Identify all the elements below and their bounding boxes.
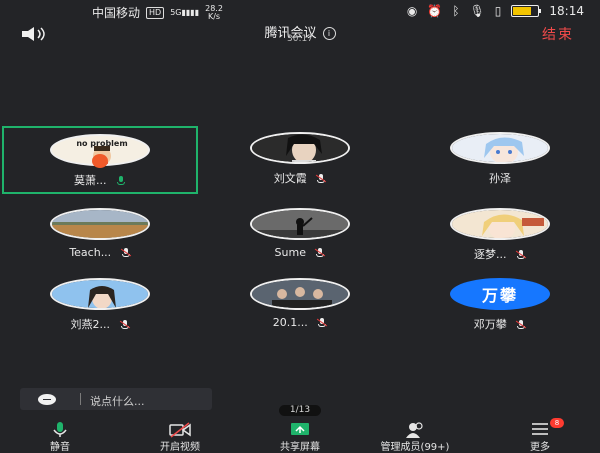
mic-muted-icon: [317, 318, 328, 328]
status-bar: 中国移动 HD 5G▮▮▮▮ 28.2 K/s ◉ ⏰ ᛒ 🎙 ▯ 18:14: [0, 0, 600, 22]
more-label: 更多: [530, 442, 550, 453]
microphone-icon: [53, 422, 67, 437]
mic-muted-icon: [119, 320, 130, 330]
mic-status-icon: 🎙: [469, 4, 485, 18]
participant-name: 孙泽: [489, 172, 511, 185]
start-video-button[interactable]: 开启视频: [140, 420, 220, 453]
participant-name: 莫萧...: [74, 174, 107, 187]
battery-icon: [511, 5, 542, 17]
end-meeting-button[interactable]: 结束: [542, 24, 574, 44]
mute-button[interactable]: 静音: [30, 420, 90, 453]
vibrate-icon: ▯: [494, 4, 502, 18]
chat-input[interactable]: 说点什么...: [20, 388, 212, 410]
participant-tile[interactable]: 逐梦...: [402, 202, 598, 270]
hd-badge: HD: [146, 6, 165, 19]
participant-tile[interactable]: no problem 莫萧...: [2, 126, 198, 194]
avatar: [250, 132, 350, 164]
avatar: [250, 278, 350, 310]
share-screen-button[interactable]: 共享屏幕: [260, 420, 340, 453]
divider: [80, 393, 81, 405]
mic-muted-icon: [516, 320, 527, 330]
avatar-badge: [92, 154, 108, 168]
avatar: [450, 132, 550, 164]
avatar: 万攀: [450, 278, 550, 310]
avatar: [450, 208, 550, 240]
participant-name: Sume: [274, 246, 306, 259]
participant-name: 邓万攀: [473, 318, 507, 331]
chat-placeholder: 说点什么...: [90, 395, 145, 408]
participant-name: 刘燕2...: [70, 318, 111, 331]
notification-badge: 8: [550, 418, 564, 428]
video-off-icon: [169, 422, 191, 438]
participant-tile[interactable]: 万攀 邓万攀: [402, 272, 598, 340]
meeting-header: 腾讯会议 i 30:17 结束: [0, 22, 600, 46]
mic-muted-icon: [316, 174, 327, 184]
members-icon: [406, 422, 423, 438]
share-screen-icon: [291, 423, 309, 435]
carrier-label: 中国移动: [92, 6, 141, 20]
alarm-icon: ⏰: [427, 4, 443, 18]
avatar: [250, 208, 350, 240]
manage-members-label: 管理成员(99+): [380, 442, 450, 453]
mic-muted-icon: [315, 248, 326, 258]
clock: 18:14: [549, 4, 584, 18]
participant-name: 逐梦...: [474, 248, 507, 261]
participant-name: 刘文霞: [273, 172, 307, 185]
participant-tile[interactable]: Teach...: [2, 202, 198, 270]
participant-tile[interactable]: Sume: [202, 202, 398, 270]
manage-members-button[interactable]: 管理成员(99+): [360, 420, 470, 453]
participant-tile[interactable]: 刘文霞: [202, 126, 398, 194]
mic-muted-icon: [120, 248, 131, 258]
avatar: [50, 208, 150, 240]
mic-muted-icon: [515, 250, 527, 260]
share-screen-label: 共享屏幕: [280, 442, 320, 453]
eye-icon: ◉: [406, 4, 418, 18]
bluetooth-icon: ᛒ: [452, 4, 460, 18]
mic-on-icon: [116, 176, 126, 186]
participant-tile[interactable]: 孙泽: [402, 126, 598, 194]
menu-icon: [532, 423, 548, 435]
more-button[interactable]: 8 更多: [510, 418, 570, 453]
participant-tile[interactable]: 20.1...: [202, 272, 398, 340]
bottom-toolbar: 静音 开启视频 共享屏幕 管理成员(99+) 8 更多: [0, 418, 600, 453]
mute-label: 静音: [50, 442, 70, 453]
participant-name: Teach...: [69, 246, 112, 259]
signal-icon: 5G▮▮▮▮: [170, 8, 200, 17]
start-video-label: 开启视频: [160, 442, 200, 453]
page-indicator: 1/13: [279, 405, 321, 416]
avatar: [50, 278, 150, 310]
avatar-initials: 万攀: [481, 286, 518, 305]
meeting-timer: 30:17: [287, 34, 313, 44]
network-speed: 28.2 K/s: [205, 3, 223, 21]
participant-tile[interactable]: 刘燕2...: [2, 272, 198, 340]
emoji-icon[interactable]: [38, 394, 56, 405]
participant-name: 20.1...: [272, 316, 308, 329]
